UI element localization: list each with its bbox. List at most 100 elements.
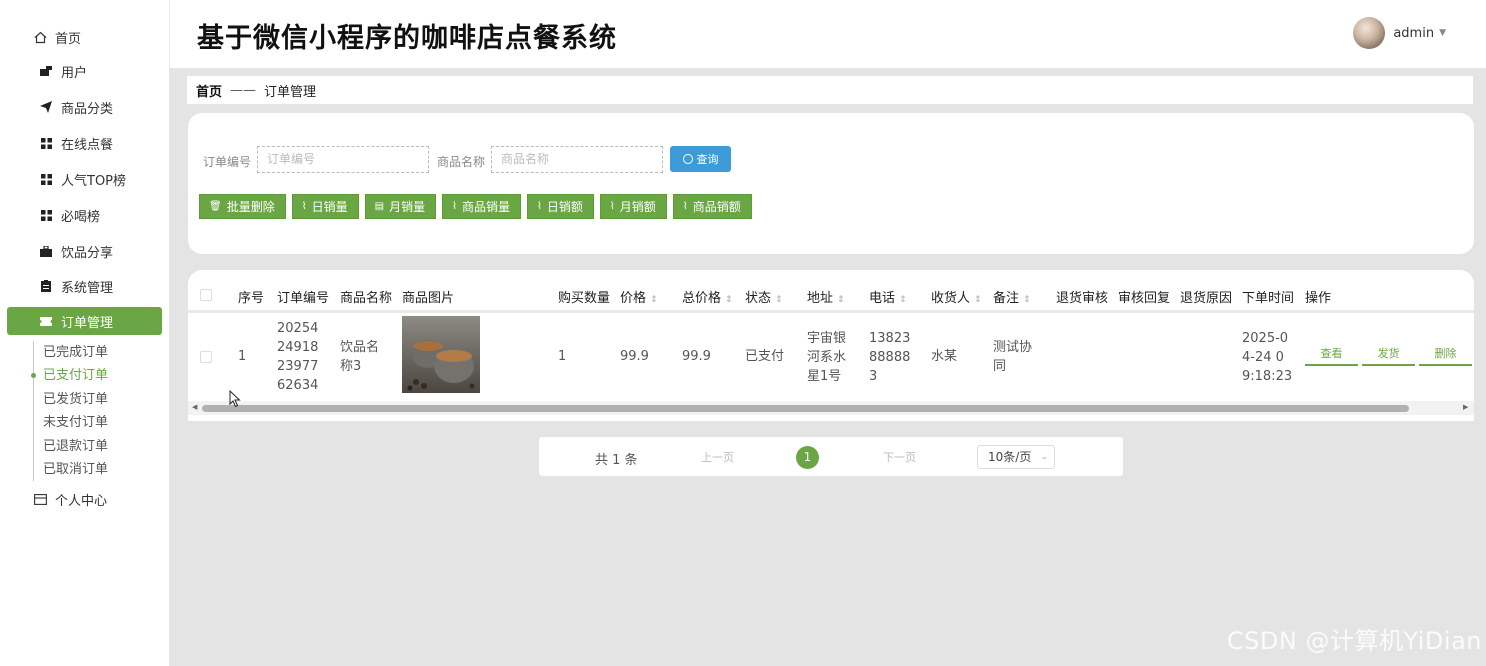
query-button-label: 查询 bbox=[696, 153, 719, 166]
th-remark-label: 备注 bbox=[993, 291, 1020, 306]
scroll-right-arrow-icon[interactable]: ▶ bbox=[1463, 403, 1468, 411]
breadcrumb-current: 订单管理 bbox=[264, 84, 317, 100]
user-name: admin bbox=[1393, 25, 1435, 41]
monthly-sales-volume-label: 月销量 bbox=[389, 200, 426, 214]
page-number-button[interactable]: 1 bbox=[796, 446, 819, 469]
line-chart-icon: ⌇ bbox=[682, 201, 688, 212]
order-no-label: 订单编号 bbox=[203, 155, 252, 169]
table-row: 1 20254 24918 23977 62634 饮品名 称3 1 99.9 … bbox=[188, 316, 1474, 396]
th-total-label: 总价格 bbox=[682, 291, 722, 306]
th-order-no: 订单编号 bbox=[277, 291, 330, 306]
th-quantity: 购买数量 bbox=[558, 291, 611, 306]
monthly-sales-volume-button[interactable]: ▤ 月销量 bbox=[364, 194, 437, 219]
th-address-label: 地址 bbox=[807, 291, 834, 306]
sidebar-item-users[interactable]: 用户 bbox=[0, 56, 170, 86]
delete-button[interactable]: 删除 bbox=[1419, 346, 1472, 366]
submenu-cancelled-orders[interactable]: 已取消订单 bbox=[34, 458, 108, 481]
scrollbar-thumb[interactable] bbox=[202, 405, 1409, 412]
grid-icon bbox=[39, 172, 53, 186]
sidebar-item-drink-share[interactable]: 饮品分享 bbox=[0, 236, 170, 266]
daily-revenue-label: 日销额 bbox=[546, 200, 583, 214]
th-status[interactable]: 状态 ⇕ bbox=[745, 287, 783, 306]
product-name-input[interactable]: 商品名称 bbox=[491, 146, 663, 173]
submenu-unpaid-orders[interactable]: 未支付订单 bbox=[34, 411, 108, 434]
sidebar-item-must-drink[interactable]: 必喝榜 bbox=[0, 200, 170, 230]
order-time-line: 9:18:23 bbox=[1242, 369, 1293, 384]
next-page-button[interactable]: 下一页 bbox=[883, 449, 916, 465]
sidebar-item-system[interactable]: 系统管理 bbox=[0, 271, 170, 301]
briefcase-icon bbox=[39, 244, 53, 258]
clipboard-icon bbox=[39, 279, 53, 293]
submenu-paid-orders[interactable]: 已支付订单 bbox=[30, 364, 108, 387]
order-time-line: 2025-0 bbox=[1242, 331, 1289, 346]
ship-button[interactable]: 发货 bbox=[1362, 346, 1415, 366]
sidebar-item-label: 人气TOP榜 bbox=[61, 173, 127, 189]
line-chart-icon: ⌇ bbox=[537, 201, 542, 212]
ticket-icon bbox=[39, 314, 53, 328]
order-no-line: 62634 bbox=[277, 378, 319, 393]
horizontal-scrollbar[interactable]: ◀ ▶ bbox=[188, 401, 1474, 415]
sort-icon: ⇕ bbox=[899, 295, 907, 305]
query-button[interactable]: 查询 bbox=[670, 146, 731, 172]
top-header: 基于微信小程序的咖啡店点餐系统 admin ▼ bbox=[170, 0, 1486, 68]
cell-quantity: 1 bbox=[558, 349, 567, 364]
prev-page-button[interactable]: 上一页 bbox=[701, 449, 734, 465]
trash-icon: 🗑 bbox=[209, 201, 222, 212]
select-all-checkbox[interactable] bbox=[200, 289, 212, 301]
th-price-label: 价格 bbox=[620, 291, 647, 306]
th-remark[interactable]: 备注 ⇕ bbox=[993, 287, 1031, 306]
view-button[interactable]: 查看 bbox=[1305, 346, 1358, 366]
sidebar-item-label: 首页 bbox=[55, 31, 82, 47]
sidebar-item-categories[interactable]: 商品分类 bbox=[0, 92, 170, 122]
th-phone[interactable]: 电话 ⇕ bbox=[869, 287, 907, 306]
sidebar-item-online-order[interactable]: 在线点餐 bbox=[0, 128, 170, 158]
sort-icon: ⇕ bbox=[775, 295, 783, 305]
product-revenue-button[interactable]: ⌇ 商品销额 bbox=[672, 194, 752, 219]
sidebar-item-label: 在线点餐 bbox=[61, 137, 114, 153]
address-line: 宇宙银 bbox=[807, 331, 847, 346]
sidebar-item-orders[interactable]: 订单管理 bbox=[7, 307, 162, 335]
cell-order-time: 2025-0 4-24 0 9:18:23 bbox=[1242, 329, 1292, 386]
monthly-revenue-button[interactable]: ⌇ 月销额 bbox=[599, 194, 667, 219]
th-price[interactable]: 价格 ⇕ bbox=[620, 287, 658, 306]
th-total[interactable]: 总价格 ⇕ bbox=[682, 287, 733, 306]
th-receiver[interactable]: 收货人 ⇕ bbox=[931, 287, 982, 306]
th-address[interactable]: 地址 ⇕ bbox=[807, 287, 845, 306]
submenu-completed-orders[interactable]: 已完成订单 bbox=[34, 341, 108, 364]
sidebar-item-top-list[interactable]: 人气TOP榜 bbox=[0, 164, 170, 194]
sidebar-item-label: 必喝榜 bbox=[61, 209, 101, 225]
sidebar-item-home[interactable]: 首页 bbox=[33, 22, 153, 52]
daily-revenue-button[interactable]: ⌇ 日销额 bbox=[527, 194, 594, 219]
order-no-input[interactable]: 订单编号 bbox=[257, 146, 429, 173]
search-icon bbox=[682, 154, 693, 164]
product-image bbox=[402, 316, 480, 393]
line-chart-icon: ⌇ bbox=[301, 201, 307, 212]
page-size-select[interactable]: 10条/页 ⌄ bbox=[977, 445, 1055, 469]
cell-address: 宇宙银 河系水 星1号 bbox=[807, 329, 846, 386]
sort-icon: ⇕ bbox=[1023, 295, 1031, 305]
product-sales-volume-button[interactable]: ⌇ 商品销量 bbox=[442, 194, 521, 219]
scroll-left-arrow-icon[interactable]: ◀ bbox=[192, 403, 197, 411]
watermark: CSDN @计算机YiDian bbox=[1226, 627, 1482, 655]
phone-line: 88888 bbox=[869, 350, 911, 365]
page-size-value: 10条/页 bbox=[988, 450, 1032, 464]
submenu-shipped-orders[interactable]: 已发货订单 bbox=[34, 388, 108, 411]
sidebar-item-personal-center[interactable]: 个人中心 bbox=[33, 484, 153, 514]
cell-phone: 13823 88888 3 bbox=[869, 329, 910, 386]
breadcrumb-home[interactable]: 首页 bbox=[196, 81, 222, 100]
product-sales-volume-label: 商品销量 bbox=[461, 200, 510, 214]
breadcrumb-separator: —— bbox=[230, 82, 257, 98]
row-checkbox[interactable] bbox=[200, 351, 212, 363]
pagination: 共 1 条 上一页 1 下一页 10条/页 ⌄ bbox=[539, 437, 1123, 476]
line-chart-icon: ⌇ bbox=[609, 201, 615, 212]
submenu-refunded-orders[interactable]: 已退款订单 bbox=[34, 435, 108, 458]
product-name-line: 称3 bbox=[340, 359, 362, 374]
cell-status: 已支付 bbox=[745, 349, 785, 364]
grid-icon bbox=[39, 208, 53, 222]
batch-delete-button[interactable]: 🗑 批量删除 bbox=[199, 194, 286, 219]
sidebar-item-label: 用户 bbox=[61, 65, 88, 81]
user-menu[interactable]: admin ▼ bbox=[1353, 17, 1446, 49]
daily-sales-volume-button[interactable]: ⌇ 日销量 bbox=[291, 194, 359, 219]
pagination-total: 共 1 条 bbox=[595, 453, 638, 468]
th-phone-label: 电话 bbox=[869, 291, 896, 306]
